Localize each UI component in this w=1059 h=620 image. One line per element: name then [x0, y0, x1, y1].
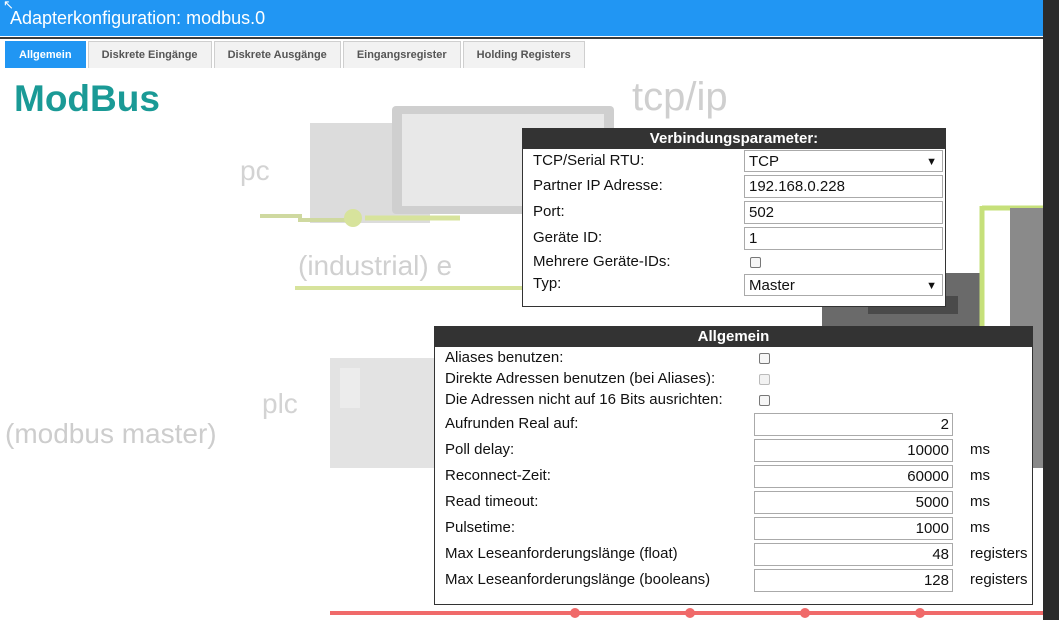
pulsetime-label: Pulsetime: [445, 519, 516, 536]
multi-ids-label: Mehrere Geräte-IDs: [533, 253, 671, 270]
general-panel-header: Allgemein [435, 327, 1032, 347]
mouse-cursor-icon: ↖ [3, 0, 14, 12]
network-node-icon [344, 209, 362, 227]
tab-diskrete-eingaenge[interactable]: Diskrete Eingänge [87, 41, 212, 68]
tab-allgemein[interactable]: Allgemein [5, 41, 86, 68]
connection-panel-header: Verbindungsparameter: [523, 129, 945, 149]
device-id-label: Geräte ID: [533, 229, 603, 246]
pulsetime-unit: ms [970, 519, 990, 536]
read-timeout-row: Read timeout: 5000 ms [435, 489, 1032, 515]
title-bar: ↖ Adapterkonfiguration: modbus.0 [0, 0, 1043, 36]
poll-delay-unit: ms [970, 441, 990, 458]
tcp-serial-label: TCP/Serial RTU: [533, 152, 645, 169]
read-timeout-label: Read timeout: [445, 493, 539, 510]
pulsetime-input[interactable]: 1000 [754, 517, 953, 540]
round-real-row: Aufrunden Real auf: 2 [435, 411, 1032, 437]
type-select[interactable]: Master ▼ [744, 274, 943, 296]
port-input[interactable]: 502 [744, 201, 943, 224]
max-float-unit: registers [970, 545, 1028, 562]
max-bool-label: Max Leseanforderungslänge (booleans) [445, 571, 711, 588]
tcpip-label: tcp/ip [632, 75, 728, 119]
modbus-logo-title: ModBus [14, 78, 160, 119]
direct-addresses-label: Direkte Adressen benutzen (bei Aliases): [445, 370, 716, 387]
max-bool-input[interactable]: 128 [754, 569, 953, 592]
reconnect-input[interactable]: 60000 [754, 465, 953, 488]
pulsetime-row: Pulsetime: 1000 ms [435, 515, 1032, 541]
tab-content: tcp/ip pc (industrial) e plc (modbus mas… [0, 68, 1043, 620]
general-panel: Allgemein Aliases benutzen: Direkte Adre… [434, 326, 1033, 605]
multi-ids-row: Mehrere Geräte-IDs: [523, 251, 945, 273]
aliases-row: Aliases benutzen: [435, 347, 1032, 368]
tcp-serial-select[interactable]: TCP ▼ [744, 150, 943, 172]
max-float-row: Max Leseanforderungslänge (float) 48 reg… [435, 541, 1032, 567]
tab-bar: Allgemein Diskrete Eingänge Diskrete Aus… [0, 37, 1043, 68]
adapter-config-window: ↖ Adapterkonfiguration: modbus.0 Allgeme… [0, 0, 1043, 620]
poll-delay-label: Poll delay: [445, 441, 515, 458]
direct-addresses-checkbox[interactable] [759, 374, 770, 385]
poll-delay-input[interactable]: 10000 [754, 439, 953, 462]
tab-eingangsregister[interactable]: Eingangsregister [342, 41, 461, 68]
dropdown-arrow-icon: ▼ [926, 156, 937, 168]
connection-panel: Verbindungsparameter: TCP/Serial RTU: TC… [522, 128, 946, 307]
industrial-label: (industrial) e [298, 250, 452, 281]
plc-label: plc [262, 388, 298, 419]
tab-diskrete-ausgaenge[interactable]: Diskrete Ausgänge [213, 41, 341, 68]
round-real-label: Aufrunden Real auf: [445, 415, 579, 432]
max-bool-unit: registers [970, 571, 1028, 588]
multi-ids-checkbox[interactable] [750, 257, 761, 268]
read-timeout-unit: ms [970, 493, 990, 510]
max-float-input[interactable]: 48 [754, 543, 953, 566]
plc-sub-label: (modbus master) [5, 418, 217, 449]
window-title: Adapterkonfiguration: modbus.0 [10, 8, 266, 28]
tcp-serial-row: TCP/Serial RTU: TCP ▼ [523, 149, 945, 173]
max-float-label: Max Leseanforderungslänge (float) [445, 545, 678, 562]
type-row: Typ: Master ▼ [523, 273, 945, 297]
dropdown-arrow-icon: ▼ [926, 280, 937, 292]
align-addresses-row: Die Adressen nicht auf 16 Bits ausrichte… [435, 389, 1032, 411]
partner-ip-input[interactable]: 192.168.0.228 [744, 175, 943, 198]
window-scrollbar[interactable] [1043, 0, 1059, 620]
direct-addresses-row: Direkte Adressen benutzen (bei Aliases): [435, 368, 1032, 389]
aliases-checkbox[interactable] [759, 353, 770, 364]
port-row: Port: 502 [523, 199, 945, 225]
reconnect-label: Reconnect-Zeit: [445, 467, 551, 484]
max-bool-row: Max Leseanforderungslänge (booleans) 128… [435, 567, 1032, 593]
reconnect-row: Reconnect-Zeit: 60000 ms [435, 463, 1032, 489]
align-addresses-label: Die Adressen nicht auf 16 Bits ausrichte… [445, 391, 723, 408]
port-label: Port: [533, 203, 565, 220]
tab-holding-registers[interactable]: Holding Registers [462, 41, 585, 68]
align-addresses-checkbox[interactable] [759, 395, 770, 406]
device-id-input[interactable]: 1 [744, 227, 943, 250]
pc-label: pc [240, 155, 270, 186]
round-real-input[interactable]: 2 [754, 413, 953, 436]
aliases-label: Aliases benutzen: [445, 349, 564, 366]
partner-ip-row: Partner IP Adresse: 192.168.0.228 [523, 173, 945, 199]
type-label: Typ: [533, 275, 562, 292]
partner-ip-label: Partner IP Adresse: [533, 177, 663, 194]
reconnect-unit: ms [970, 467, 990, 484]
read-timeout-input[interactable]: 5000 [754, 491, 953, 514]
device-id-row: Geräte ID: 1 [523, 225, 945, 251]
poll-delay-row: Poll delay: 10000 ms [435, 437, 1032, 463]
